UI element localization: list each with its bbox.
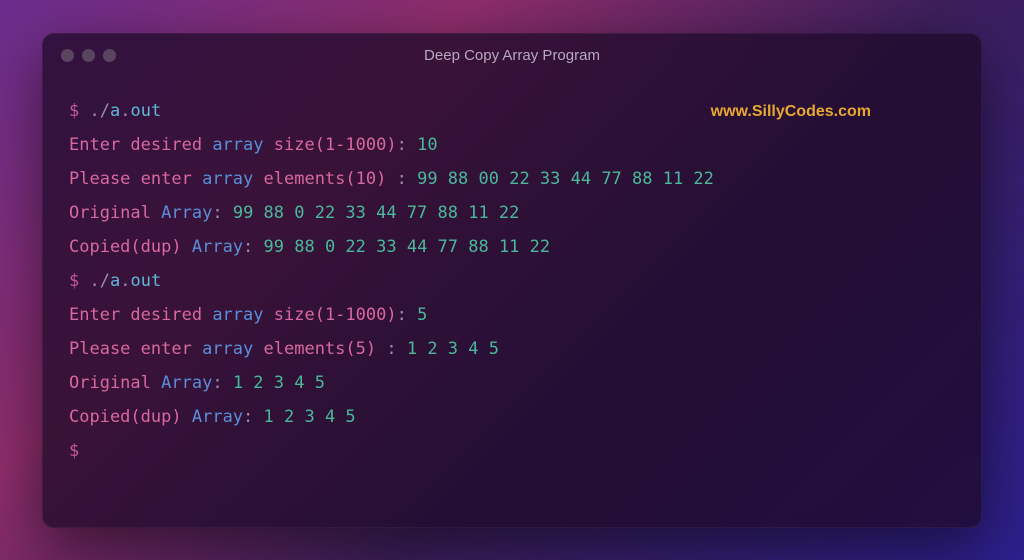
elements-word: elements [264,169,346,189]
array-word: array [212,135,263,155]
colon: : [243,237,253,257]
label-text: Please enter [69,339,192,359]
array-label: Array [161,203,212,223]
titlebar: Deep Copy Array Program [43,34,981,78]
command-line-2: $ ./a.out [69,264,955,298]
cmd-slash: / [100,101,110,121]
terminal-window: Deep Copy Array Program www.SillyCodes.c… [42,33,982,528]
prompt-symbol: $ [69,441,79,461]
cmd-ext: out [131,271,162,291]
cmd-slash: / [100,271,110,291]
dup-label: (dup) [130,407,181,427]
minimize-button[interactable] [82,49,95,62]
size-input: 5 [417,305,427,325]
prompt-line: $ [69,434,955,468]
cmd-ext-dot: . [120,101,130,121]
original-label: Original [69,373,151,393]
size-word: size [274,305,315,325]
colon: : [397,305,407,325]
copied-values: 1 2 3 4 5 [264,407,356,427]
copied-values: 99 88 0 22 33 44 77 88 11 22 [264,237,551,257]
original-label: Original [69,203,151,223]
output-line: Original Array: 1 2 3 4 5 [69,366,955,400]
space-colon: : [376,339,396,359]
range-text: (1-1000) [315,135,397,155]
colon: : [397,135,407,155]
prompt-symbol: $ [69,101,79,121]
copied-label: Copied [69,237,130,257]
cmd-dot: . [90,271,100,291]
colon: : [243,407,253,427]
maximize-button[interactable] [103,49,116,62]
cmd-ext: out [131,101,162,121]
watermark: www.SillyCodes.com [711,96,871,128]
label-text: Enter desired [69,135,202,155]
cmd-dot: . [90,101,100,121]
array-label: Array [192,407,243,427]
original-values: 99 88 0 22 33 44 77 88 11 22 [233,203,520,223]
cmd-name: a [110,101,120,121]
colon: : [212,203,222,223]
dup-label: (dup) [130,237,181,257]
output-line: Enter desired array size(1-1000): 5 [69,298,955,332]
size-word: size [274,135,315,155]
array-label: Array [192,237,243,257]
traffic-lights [61,49,116,62]
elements-input: 99 88 00 22 33 44 77 88 11 22 [417,169,714,189]
array-label: Array [161,373,212,393]
window-title: Deep Copy Array Program [424,47,600,64]
terminal-body[interactable]: www.SillyCodes.com $ ./a.out Enter desir… [43,78,981,484]
count-text: (10) [345,169,386,189]
output-line: Copied(dup) Array: 1 2 3 4 5 [69,400,955,434]
array-word: array [212,305,263,325]
colon: : [212,373,222,393]
elements-word: elements [264,339,346,359]
cmd-ext-dot: . [120,271,130,291]
label-text: Please enter [69,169,192,189]
count-text: (5) [345,339,376,359]
close-button[interactable] [61,49,74,62]
array-word: array [202,169,253,189]
output-line: Copied(dup) Array: 99 88 0 22 33 44 77 8… [69,230,955,264]
output-line: Please enter array elements(10) : 99 88 … [69,162,955,196]
array-word: array [202,339,253,359]
output-line: Original Array: 99 88 0 22 33 44 77 88 1… [69,196,955,230]
prompt-symbol: $ [69,271,79,291]
original-values: 1 2 3 4 5 [233,373,325,393]
label-text: Enter desired [69,305,202,325]
range-text: (1-1000) [315,305,397,325]
elements-input: 1 2 3 4 5 [407,339,499,359]
output-line: Please enter array elements(5) : 1 2 3 4… [69,332,955,366]
output-line: Enter desired array size(1-1000): 10 [69,128,955,162]
copied-label: Copied [69,407,130,427]
size-input: 10 [417,135,437,155]
cmd-name: a [110,271,120,291]
space-colon: : [386,169,406,189]
